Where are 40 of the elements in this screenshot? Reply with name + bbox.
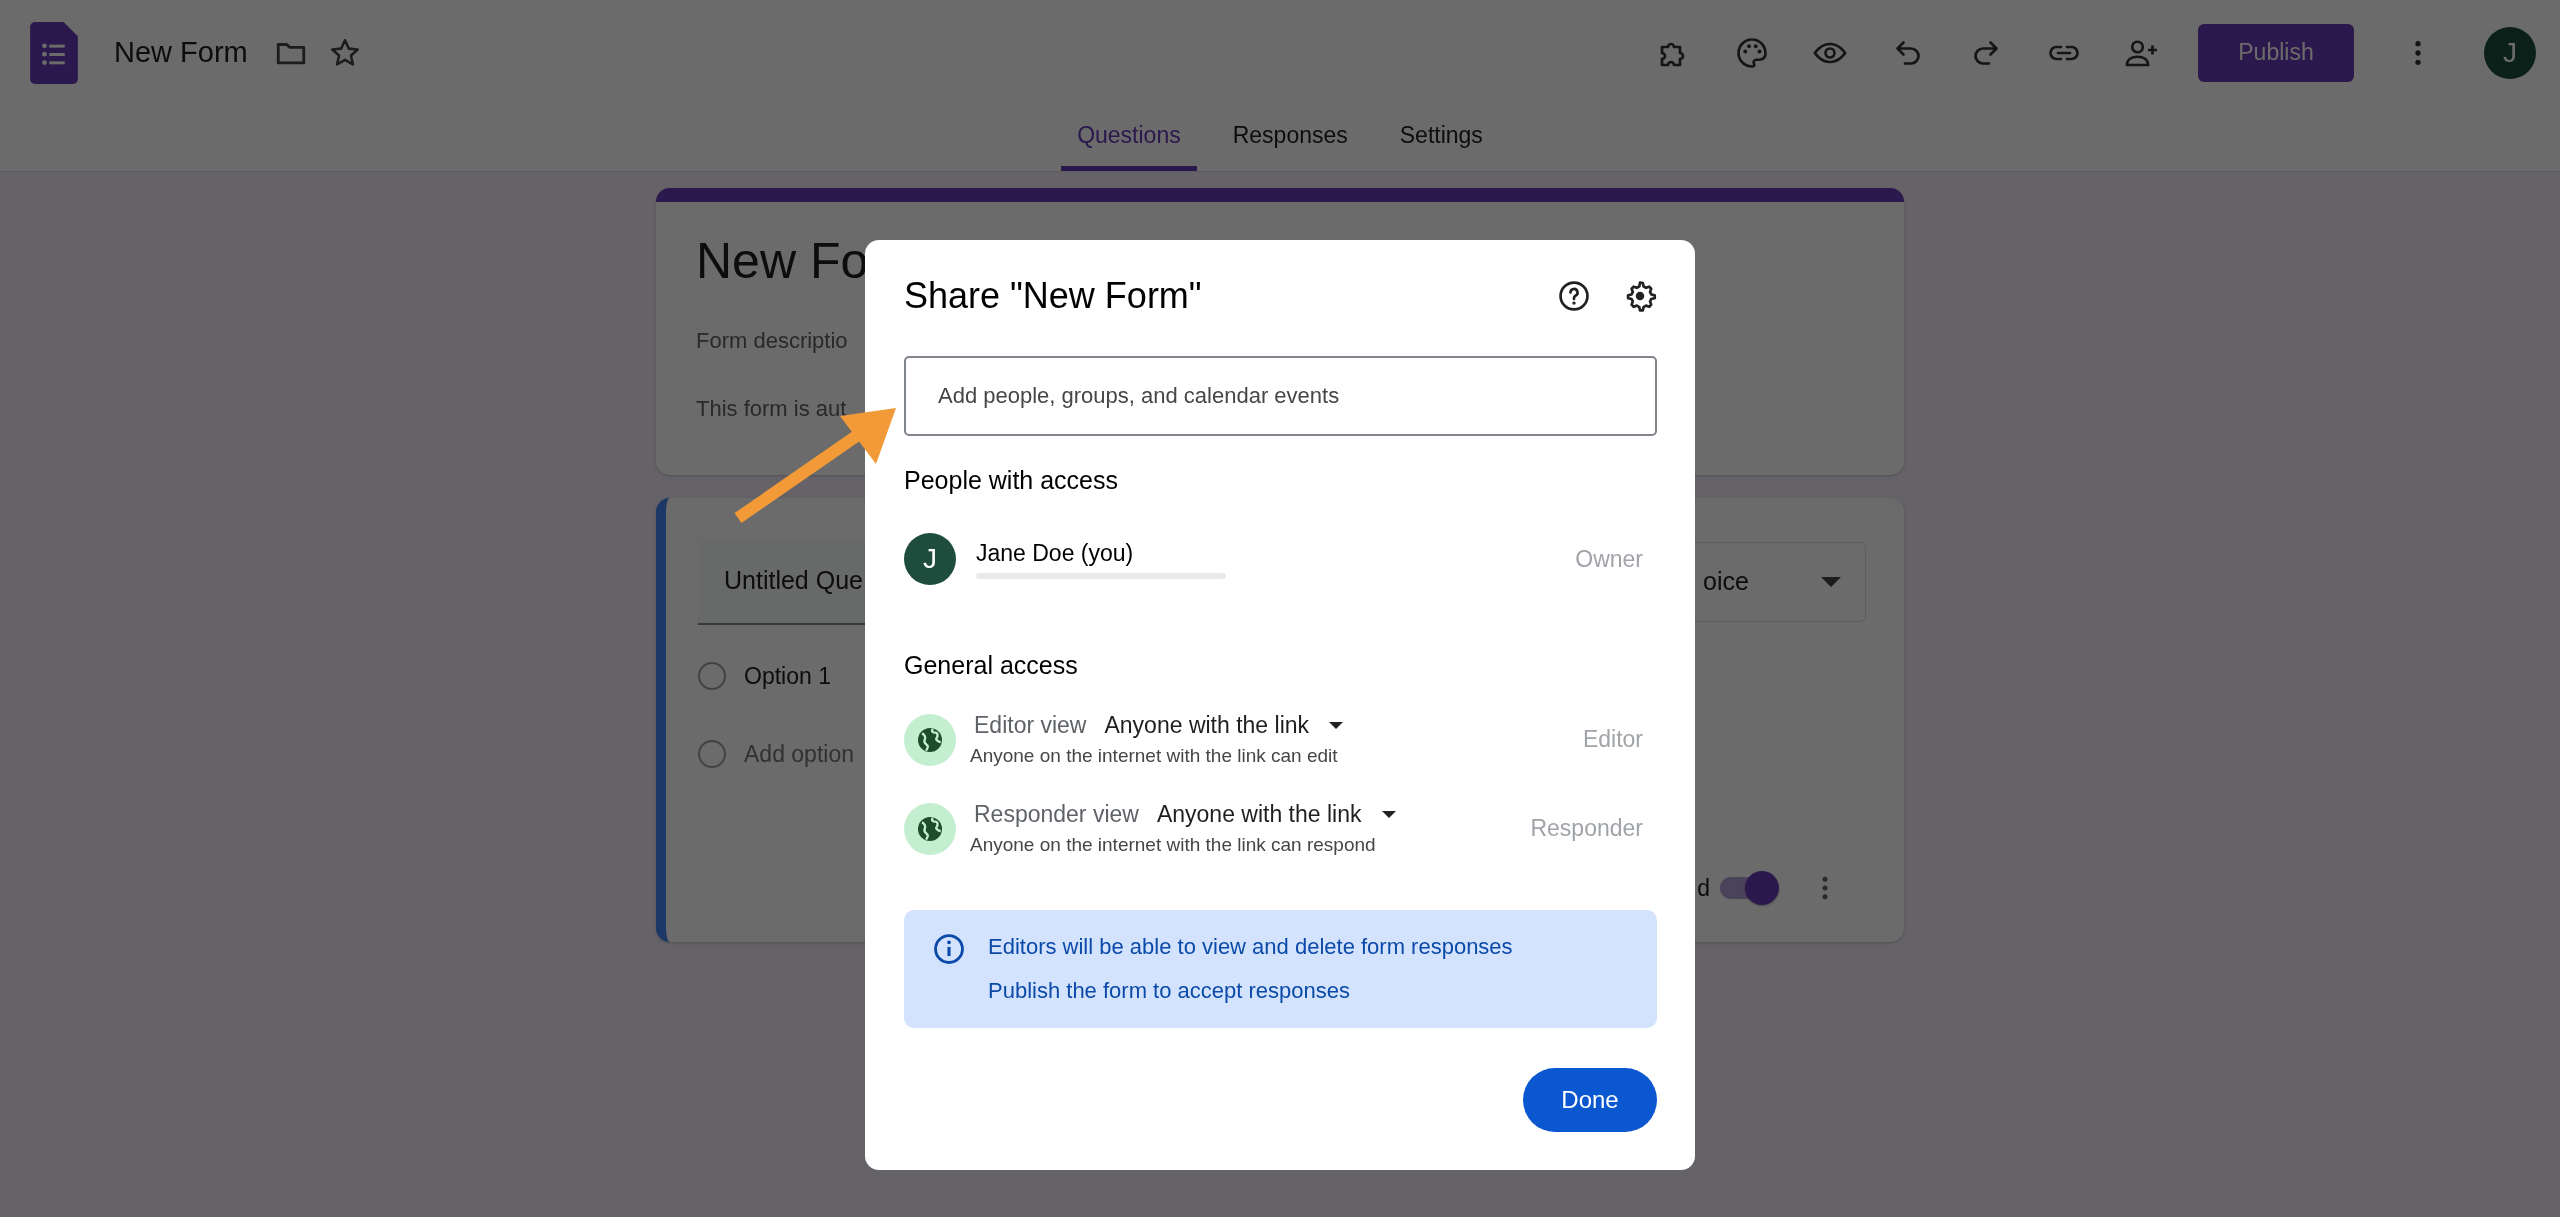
user-avatar: J <box>904 533 956 585</box>
document-title[interactable]: New Form <box>114 36 248 69</box>
add-option-link[interactable]: Add option <box>744 740 854 768</box>
forms-logo-icon[interactable] <box>30 21 78 84</box>
help-icon[interactable] <box>1557 279 1591 313</box>
access-dropdown[interactable]: Anyone with the link <box>1156 801 1396 828</box>
collection-notice: This form is aut <box>696 396 847 422</box>
publish-button[interactable]: Publish <box>2198 23 2354 82</box>
caret-icon <box>1821 576 1841 587</box>
section-heading: People with access <box>904 466 1119 495</box>
tab[interactable]: Settings <box>1383 105 1499 171</box>
done-button[interactable]: Done <box>1523 1068 1657 1132</box>
tab[interactable]: Questions <box>1061 105 1197 171</box>
tab[interactable]: Responses <box>1216 105 1364 171</box>
access-description: Anyone on the internet with the link can edit <box>970 745 1339 767</box>
caret-icon <box>1329 722 1344 729</box>
option-label[interactable]: Option 1 <box>744 662 831 690</box>
account-avatar[interactable]: J <box>2484 26 2536 79</box>
form-description[interactable]: Form descriptio <box>696 328 848 354</box>
info-text: Editors will be able to view and delete form responses <box>988 933 1513 961</box>
access-type-label: Responder view <box>974 801 1139 828</box>
caret-icon <box>1381 811 1396 818</box>
dialog-title: Share "New Form" <box>904 275 1203 317</box>
info-icon <box>932 932 966 966</box>
access-dropdown[interactable]: Anyone with the link <box>1104 712 1344 739</box>
role-label: Owner <box>1575 545 1644 573</box>
access-type-label: Editor view <box>974 712 1087 739</box>
access-description: Anyone on the internet with the link can respond <box>970 834 1377 856</box>
required-label: d <box>1697 874 1710 902</box>
section-heading: General access <box>904 651 1079 680</box>
role-label: Editor <box>1582 726 1644 753</box>
globe-icon <box>904 713 956 766</box>
form-title[interactable]: New Fo <box>696 232 869 290</box>
radio-button[interactable] <box>698 662 726 690</box>
info-text: Publish the form to accept responses <box>988 977 1351 1005</box>
add-people-field[interactable]: Add people, groups, and calendar events <box>904 356 1657 436</box>
user-name: Jane Doe (you) <box>976 539 1135 567</box>
required-toggle[interactable] <box>1718 870 1780 906</box>
role-label: Responder <box>1530 815 1644 842</box>
globe-icon <box>904 802 956 855</box>
